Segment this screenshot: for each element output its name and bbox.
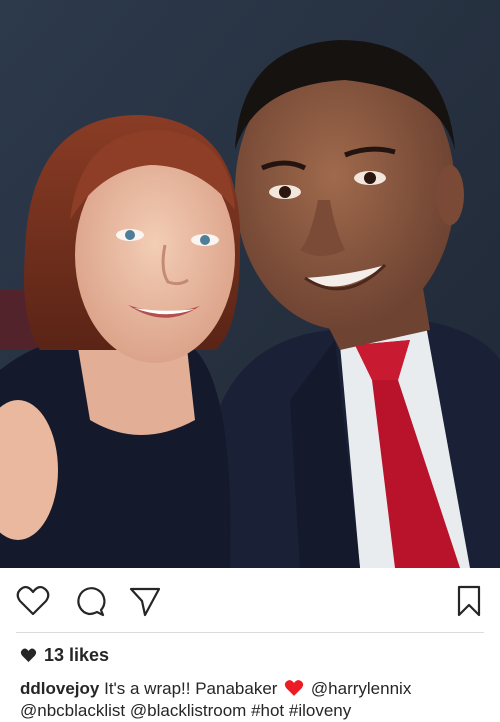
heart-outline-icon[interactable] — [16, 584, 50, 618]
mention-blacklistroom[interactable]: @blacklistroom — [130, 701, 246, 720]
paper-plane-icon[interactable] — [128, 584, 162, 618]
caption-username[interactable]: ddlovejoy — [20, 679, 99, 698]
speech-bubble-icon[interactable] — [72, 584, 106, 618]
divider — [16, 632, 484, 633]
hashtag-iloveny[interactable]: #iloveny — [289, 701, 351, 720]
post-photo[interactable] — [0, 0, 500, 568]
likes-label: 13 likes — [44, 644, 110, 665]
red-heart-emoji-icon — [285, 680, 304, 696]
bookmark-icon[interactable] — [452, 584, 486, 618]
mention-harrylennix[interactable]: @harrylennix — [311, 679, 411, 698]
likes-count[interactable]: 13 likes — [20, 642, 109, 668]
post-caption: ddlovejoy It's a wrap!! Panabaker @harry… — [20, 678, 488, 722]
heart-filled-icon — [20, 648, 37, 662]
hashtag-hot[interactable]: #hot — [251, 701, 284, 720]
post-action-bar — [0, 568, 500, 632]
caption-text: It's a wrap!! Panabaker — [104, 679, 278, 698]
mention-nbcblacklist[interactable]: @nbcblacklist — [20, 701, 125, 720]
